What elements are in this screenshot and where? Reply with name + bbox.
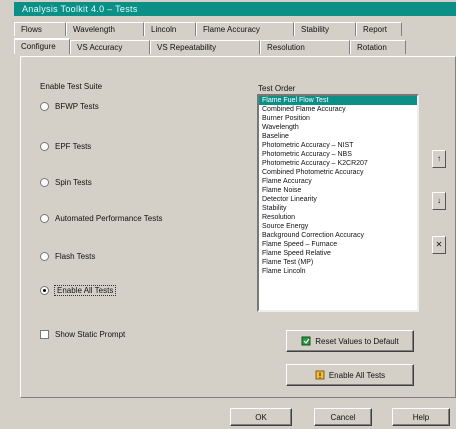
checkbox-box[interactable] <box>40 330 49 339</box>
list-item[interactable]: Flame Speed – Furnace <box>259 240 417 249</box>
arrow-up-icon: ↑ <box>437 154 441 163</box>
reset-icon <box>301 336 311 346</box>
list-item[interactable]: Background Correction Accuracy <box>259 231 417 240</box>
radio-label: Spin Tests <box>55 178 92 187</box>
list-item[interactable]: Stability <box>259 204 417 213</box>
checkbox-label: Show Static Prompt <box>55 330 126 339</box>
list-item[interactable]: Combined Flame Accuracy <box>259 105 417 114</box>
radio-dot[interactable] <box>40 102 49 111</box>
list-item[interactable]: Flame Accuracy <box>259 177 417 186</box>
radio-dot[interactable] <box>40 142 49 151</box>
list-item[interactable]: Combined Photometric Accuracy <box>259 168 417 177</box>
radio-label: BFWP Tests <box>55 102 99 111</box>
test-order-listbox[interactable]: Flame Fuel Flow Test Combined Flame Accu… <box>257 94 419 312</box>
reset-defaults-label: Reset Values to Default <box>315 336 399 346</box>
reset-defaults-button[interactable]: Reset Values to Default <box>286 330 414 352</box>
list-item[interactable]: Photometric Accuracy – NIST <box>259 141 417 150</box>
tab-vs-repeatability[interactable]: VS Repeatability <box>150 40 260 54</box>
list-item[interactable]: Detector Linearity <box>259 195 417 204</box>
list-item[interactable]: Flame Speed Relative <box>259 249 417 258</box>
remove-button[interactable]: ✕ <box>432 236 446 254</box>
list-item[interactable]: Photometric Accuracy – NBS <box>259 150 417 159</box>
radio-spin-tests[interactable]: Spin Tests <box>40 178 92 187</box>
tab-stability[interactable]: Stability <box>294 22 356 36</box>
radio-automated-performance-tests[interactable]: Automated Performance Tests <box>40 214 162 223</box>
radio-dot[interactable] <box>40 252 49 261</box>
radio-bfwp-tests[interactable]: BFWP Tests <box>40 102 99 111</box>
radio-label: Automated Performance Tests <box>55 214 163 223</box>
list-item[interactable]: Flame Test (MP) <box>259 258 417 267</box>
test-order-label: Test Order <box>258 84 296 93</box>
tab-configure[interactable]: Configure <box>14 38 70 54</box>
tab-flows[interactable]: Flows <box>14 22 66 36</box>
arrow-down-icon: ↓ <box>437 196 441 205</box>
tab-resolution[interactable]: Resolution <box>260 40 350 54</box>
radio-dot[interactable] <box>40 214 49 223</box>
tab-lincoln[interactable]: Lincoln <box>144 22 196 36</box>
tab-report[interactable]: Report <box>356 22 402 36</box>
list-item[interactable]: Source Energy <box>259 222 417 231</box>
list-item[interactable]: Flame Fuel Flow Test <box>259 96 417 105</box>
radio-flash-tests[interactable]: Flash Tests <box>40 252 95 261</box>
list-item[interactable]: Photometric Accuracy – K2CR207 <box>259 159 417 168</box>
list-item[interactable]: Wavelength <box>259 123 417 132</box>
radio-label: EPF Tests <box>55 142 92 151</box>
list-item[interactable]: Baseline <box>259 132 417 141</box>
tab-row-1: Flows Wavelength Lincoln Flame Accuracy … <box>14 20 456 36</box>
enable-group-label: Enable Test Suite <box>40 82 103 91</box>
cancel-button[interactable]: Cancel <box>314 408 372 426</box>
radio-epf-tests[interactable]: EPF Tests <box>40 142 91 151</box>
ok-button[interactable]: OK <box>230 408 292 426</box>
list-item[interactable]: Flame Lincoln <box>259 267 417 276</box>
enable-all-tests-button[interactable]: Enable All Tests <box>286 364 414 386</box>
move-up-button[interactable]: ↑ <box>432 150 446 168</box>
window-title: Analysis Toolkit 4.0 – Tests <box>22 4 138 14</box>
tab-row-2: Configure VS Accuracy VS Repeatability R… <box>14 38 456 54</box>
tab-rotation[interactable]: Rotation <box>350 40 406 54</box>
tab-flame-accuracy[interactable]: Flame Accuracy <box>196 22 294 36</box>
exclamation-icon <box>315 370 325 380</box>
enable-all-tests-label: Enable All Tests <box>328 370 386 380</box>
title-bar[interactable]: Analysis Toolkit 4.0 – Tests <box>14 2 456 16</box>
radio-label: Enable All Tests <box>53 285 117 296</box>
list-item[interactable]: Flame Noise <box>259 186 417 195</box>
radio-enable-all-tests[interactable]: Enable All Tests <box>40 285 117 296</box>
list-item[interactable]: Resolution <box>259 213 417 222</box>
radio-dot-checked[interactable] <box>40 286 49 295</box>
move-down-button[interactable]: ↓ <box>432 192 446 210</box>
remove-icon: ✕ <box>435 240 443 249</box>
show-static-prompt-checkbox[interactable]: Show Static Prompt <box>40 330 125 339</box>
help-button[interactable]: Help <box>392 408 450 426</box>
radio-dot[interactable] <box>40 178 49 187</box>
tab-vs-accuracy[interactable]: VS Accuracy <box>70 40 150 54</box>
tab-wavelength[interactable]: Wavelength <box>66 22 144 36</box>
radio-label: Flash Tests <box>55 252 96 261</box>
list-item[interactable]: Burner Position <box>259 114 417 123</box>
